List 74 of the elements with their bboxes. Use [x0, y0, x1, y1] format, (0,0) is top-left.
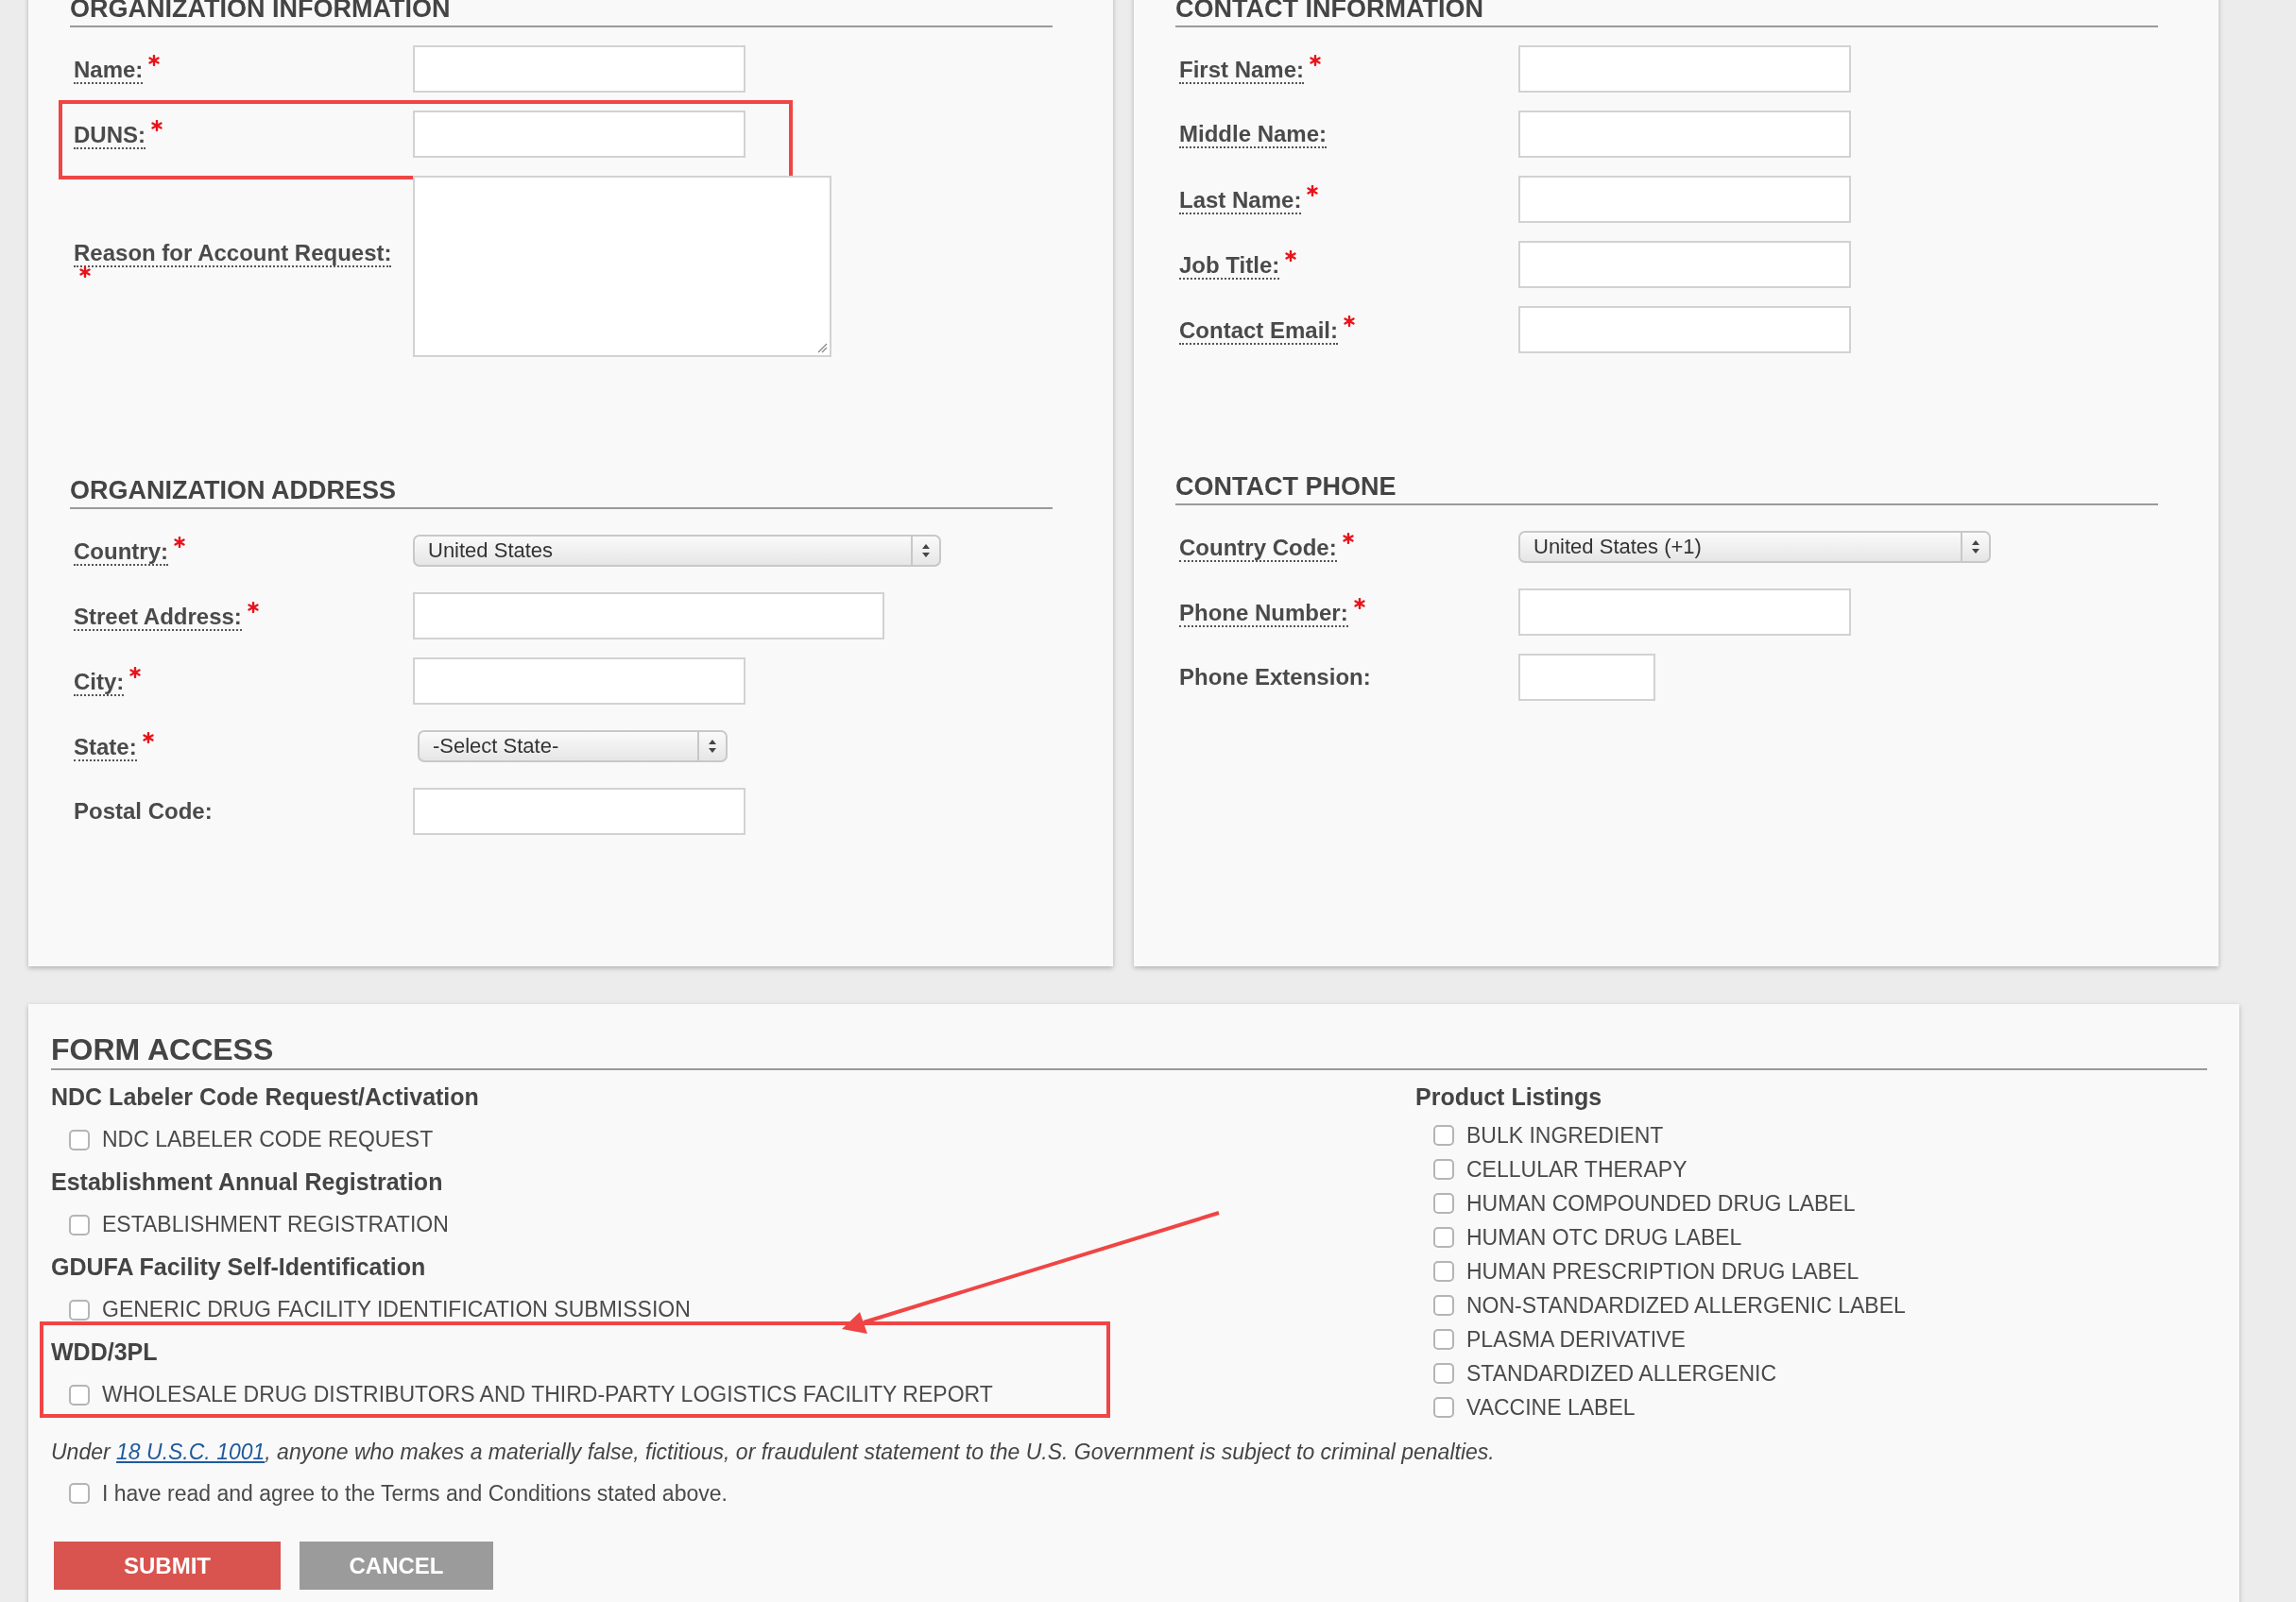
field-label: First Name: — [1179, 57, 1305, 84]
text-field[interactable] — [1518, 306, 1851, 353]
statute-link[interactable]: 18 U.S.C. 1001 — [116, 1440, 266, 1464]
field-label: City: — [74, 669, 125, 696]
field-label: Country Code: — [1179, 535, 1337, 562]
checkbox[interactable] — [69, 1483, 90, 1504]
group-heading: Establishment Annual Registration — [51, 1167, 444, 1197]
text-field[interactable] — [1518, 588, 1851, 636]
field-label: Job Title: — [1179, 252, 1280, 280]
submit-button[interactable]: SUBMIT — [54, 1542, 281, 1590]
group-heading: GDUFA Facility Self-Identification — [51, 1253, 427, 1282]
field-label: State: — [74, 734, 137, 761]
checkbox[interactable] — [1433, 1397, 1454, 1418]
resize-grip-icon[interactable] — [816, 342, 828, 353]
text-field[interactable] — [1518, 241, 1851, 288]
checkbox-label: HUMAN PRESCRIPTION DRUG LABEL — [1466, 1258, 1859, 1285]
checkbox-label: CELLULAR THERAPY — [1466, 1156, 1688, 1183]
checkbox[interactable] — [1433, 1193, 1454, 1214]
checkbox-label: WHOLESALE DRUG DISTRIBUTORS AND THIRD-PARTY LOGISTICS FACILITY REPORT — [102, 1382, 993, 1407]
checkbox[interactable] — [69, 1129, 90, 1150]
checkbox[interactable] — [69, 1384, 90, 1406]
text-field[interactable] — [413, 657, 745, 705]
checkbox-label: I have read and agree to the Terms and Conditions stated above. — [102, 1480, 728, 1507]
text-field[interactable] — [413, 592, 884, 639]
group-heading: Product Listings — [1415, 1082, 1603, 1112]
checkbox-label: GENERIC DRUG FACILITY IDENTIFICATION SUBMISSION — [102, 1297, 691, 1322]
text-field[interactable] — [413, 45, 745, 93]
text-field[interactable] — [1518, 654, 1655, 701]
checkbox[interactable] — [1433, 1329, 1454, 1350]
section-heading: ORGANIZATION ADDRESS — [70, 478, 1053, 509]
field-label: DUNS: — [74, 122, 146, 149]
checkbox-label: NDC LABELER CODE REQUEST — [102, 1127, 434, 1152]
field-label: Contact Email: — [1179, 317, 1339, 345]
field-label: Country: — [74, 538, 168, 566]
checkbox[interactable] — [1433, 1227, 1454, 1248]
checkbox[interactable] — [69, 1214, 90, 1236]
checkbox-label: VACCINE LABEL — [1466, 1394, 1636, 1421]
checkbox-label: STANDARDIZED ALLERGENIC — [1466, 1360, 1777, 1387]
field-label: Middle Name: — [1179, 121, 1328, 148]
text-field[interactable] — [1518, 45, 1851, 93]
checkbox-label: ESTABLISHMENT REGISTRATION — [102, 1212, 449, 1237]
checkbox[interactable] — [1433, 1159, 1454, 1180]
group-heading: NDC Labeler Code Request/Activation — [51, 1082, 480, 1112]
checkbox[interactable] — [69, 1299, 90, 1321]
field-label: Postal Code: — [74, 798, 213, 824]
field-label: Last Name: — [1179, 187, 1302, 214]
checkbox[interactable] — [1433, 1125, 1454, 1146]
text-field[interactable] — [1518, 111, 1851, 158]
text-field[interactable] — [413, 788, 745, 835]
select-field[interactable]: -Select State- — [418, 730, 728, 762]
checkbox[interactable] — [1433, 1363, 1454, 1384]
field-label: Phone Number: — [1179, 600, 1348, 627]
section-heading: CONTACT INFORMATION — [1175, 0, 2158, 27]
select-field[interactable]: United States (+1) — [1518, 531, 1991, 563]
field-label: Reason for Account Request: — [74, 240, 392, 267]
checkbox[interactable] — [1433, 1261, 1454, 1282]
text-area[interactable] — [413, 176, 831, 357]
group-heading: WDD/3PL — [51, 1338, 159, 1367]
text-field[interactable] — [1518, 176, 1851, 223]
section-heading: ORGANIZATION INFORMATION — [70, 0, 1053, 27]
select-field[interactable]: United States — [413, 535, 941, 567]
checkbox-label: PLASMA DERIVATIVE — [1466, 1326, 1686, 1353]
checkbox-label: NON-STANDARDIZED ALLERGENIC LABEL — [1466, 1292, 1906, 1319]
checkbox-label: HUMAN OTC DRUG LABEL — [1466, 1224, 1742, 1251]
checkbox[interactable] — [1433, 1295, 1454, 1316]
section-heading: CONTACT PHONE — [1175, 474, 2158, 505]
checkbox-label: HUMAN COMPOUNDED DRUG LABEL — [1466, 1190, 1856, 1217]
legal-statement: Under 18 U.S.C. 1001, anyone who makes a materially false, fictitious, or fraudulent statement to the U.S. Government is subject to criminal penalties. — [51, 1439, 1496, 1466]
field-label: Street Address: — [74, 604, 242, 631]
field-label: Name: — [74, 57, 144, 84]
text-field[interactable] — [413, 111, 745, 158]
field-label: Phone Extension: — [1179, 664, 1371, 690]
section-heading: FORM ACCESS — [51, 1032, 2207, 1070]
checkbox-label: BULK INGREDIENT — [1466, 1122, 1664, 1149]
